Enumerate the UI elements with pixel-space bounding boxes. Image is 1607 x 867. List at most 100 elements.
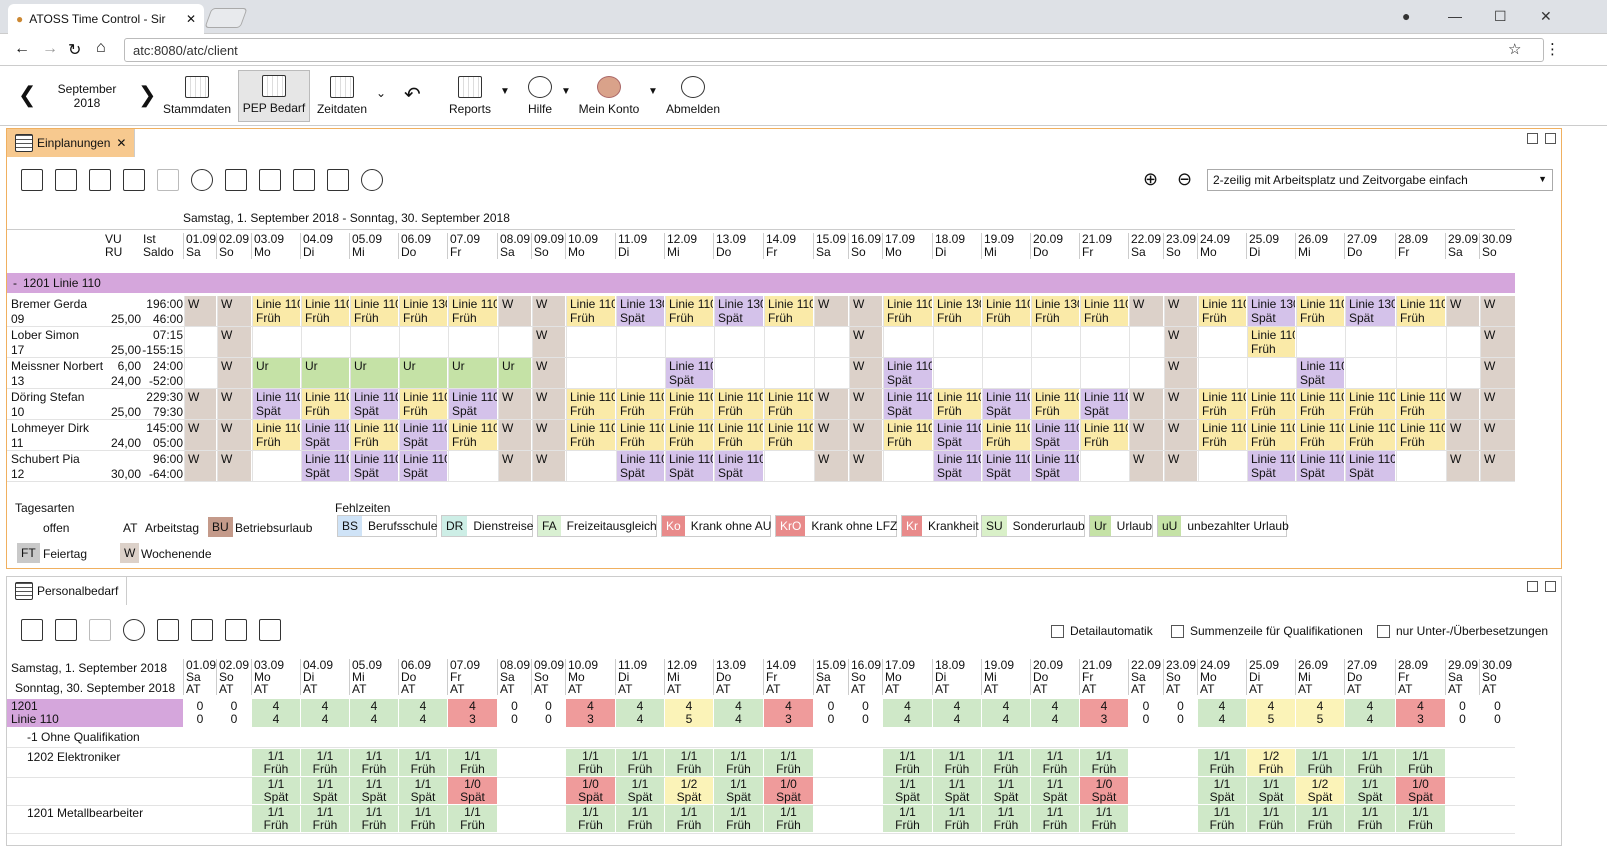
demand-group-cell[interactable]: 44 — [982, 699, 1030, 727]
demand-cell[interactable]: 1/1 Früh — [665, 805, 713, 832]
demand-cell[interactable]: 1/0 Spät — [1396, 777, 1445, 804]
print2-icon[interactable] — [89, 619, 111, 641]
schedule-cell[interactable]: Ur — [498, 358, 531, 388]
schedule-cell[interactable]: Linie 110 Früh — [1345, 420, 1395, 450]
new-document-icon[interactable] — [21, 169, 43, 191]
demand-cell[interactable]: 1/1 Früh — [982, 749, 1030, 776]
demand-cell[interactable]: 1/1 Früh — [1198, 805, 1246, 832]
schedule-cell[interactable]: W — [217, 420, 251, 450]
demand-cell[interactable]: 1/1 Früh — [399, 805, 447, 832]
refresh-icon[interactable] — [191, 169, 213, 191]
demand-group-cell[interactable]: 00 — [814, 699, 848, 727]
schedule-cell[interactable]: Linie 110 Früh — [1080, 420, 1128, 450]
demand-cell[interactable]: 1/1 Früh — [252, 749, 300, 776]
schedule-cell[interactable]: W — [1129, 296, 1163, 326]
schedule-cell[interactable]: Linie 110 Früh — [982, 296, 1030, 326]
schedule-cell[interactable] — [982, 358, 1030, 388]
schedule-cell[interactable]: Linie 110 Früh — [1396, 296, 1445, 326]
demand-cell[interactable]: 1/1 Spät — [1198, 777, 1246, 804]
next-month-icon[interactable]: ❯ — [138, 82, 156, 108]
demand-cell[interactable]: 1/1 Spät — [933, 777, 981, 804]
schedule-cell[interactable]: W — [849, 358, 882, 388]
schedule-cell[interactable] — [448, 327, 497, 357]
calendar-edit-icon[interactable] — [293, 169, 315, 191]
maximize-panel-icon[interactable] — [1545, 133, 1556, 144]
calendar-edit2-icon[interactable] — [259, 619, 281, 641]
browser-menu-icon[interactable]: ⋮ — [1545, 40, 1560, 58]
demand-cell[interactable]: 1/1 Früh — [1345, 749, 1395, 776]
schedule-cell[interactable] — [1396, 451, 1445, 481]
schedule-cell[interactable]: W — [1446, 389, 1479, 419]
schedule-cell[interactable] — [1080, 451, 1128, 481]
schedule-cell[interactable]: Linie 110 Spät — [982, 451, 1030, 481]
reload-icon[interactable]: ↻ — [68, 40, 81, 60]
schedule-cell[interactable] — [1129, 327, 1163, 357]
schedule-cell[interactable]: Linie 110 Früh — [1198, 389, 1246, 419]
schedule-cell[interactable]: Linie 110 Spät — [1296, 451, 1344, 481]
schedule-cell[interactable]: Linie 110 Früh — [1198, 296, 1246, 326]
schedule-cell[interactable]: W — [532, 327, 565, 357]
schedule-cell[interactable]: W — [1480, 389, 1515, 419]
demand-cell[interactable]: 1/1 Früh — [1296, 805, 1344, 832]
group-toggle-icon[interactable]: - — [13, 276, 17, 290]
detailautomatik-checkbox[interactable]: Detailautomatik — [1051, 624, 1153, 639]
maximize-icon[interactable]: ☐ — [1494, 8, 1507, 25]
minimize-icon[interactable]: — — [1448, 8, 1462, 24]
schedule-cell[interactable]: Ur — [399, 358, 447, 388]
demand-group-label[interactable]: 1201 Linie 110 — [7, 699, 183, 727]
schedule-cell[interactable]: W — [849, 451, 882, 481]
abmelden-button[interactable]: Abmelden — [664, 70, 722, 122]
new-tab-button[interactable] — [204, 8, 248, 28]
schedule-cell[interactable]: Linie 110 Spät — [665, 358, 713, 388]
demand-group-cell[interactable]: 00 — [1129, 699, 1163, 727]
demand-group-cell[interactable]: 44 — [933, 699, 981, 727]
schedule-cell[interactable]: Linie 110 Früh — [399, 389, 447, 419]
schedule-cell[interactable]: W — [1164, 296, 1197, 326]
schedule-cell[interactable]: Linie 130 Spät — [1247, 296, 1295, 326]
demand-cell[interactable]: 1/0 Spät — [566, 777, 615, 804]
schedule-cell[interactable] — [1198, 451, 1246, 481]
zeitdaten-dropdown-icon[interactable]: ⌄ — [376, 86, 386, 100]
schedule-cell[interactable] — [714, 358, 763, 388]
close-tab-icon[interactable]: ✕ — [186, 12, 196, 26]
schedule-cell[interactable] — [448, 451, 497, 481]
schedule-cell[interactable]: Linie 110 Früh — [301, 389, 349, 419]
schedule-cell[interactable]: Linie 110 Früh — [1080, 296, 1128, 326]
demand-group-cell[interactable]: 44 — [1345, 699, 1395, 727]
schedule-cell[interactable]: W — [1164, 389, 1197, 419]
schedule-cell[interactable] — [1345, 327, 1395, 357]
schedule-cell[interactable]: Linie 110 Früh — [1396, 420, 1445, 450]
schedule-cell[interactable]: W — [849, 296, 882, 326]
calendar-upload-icon[interactable] — [191, 619, 213, 641]
pep-bedarf-button[interactable]: PEP Bedarf — [238, 70, 310, 122]
schedule-cell[interactable]: W — [1446, 451, 1479, 481]
demand-cell[interactable]: 1/1 Früh — [399, 749, 447, 776]
schedule-cell[interactable] — [1198, 358, 1246, 388]
calendar-download-icon[interactable] — [225, 619, 247, 641]
demand-cell[interactable]: 1/1 Früh — [252, 805, 300, 832]
schedule-cell[interactable] — [1247, 358, 1295, 388]
schedule-cell[interactable]: W — [1480, 327, 1515, 357]
schedule-cell[interactable]: Linie 110 Früh — [764, 296, 813, 326]
schedule-cell[interactable]: Linie 130 Früh — [399, 296, 447, 326]
schedule-cell[interactable]: W — [849, 420, 882, 450]
demand-cell[interactable]: 1/1 Früh — [448, 749, 497, 776]
zeitdaten-button[interactable]: Zeitdaten — [314, 70, 370, 122]
schedule-cell[interactable]: W — [814, 296, 848, 326]
bookmark-star-icon[interactable]: ☆ — [1508, 40, 1521, 58]
schedule-cell[interactable]: Linie 130 Spät — [714, 296, 763, 326]
schedule-cell[interactable] — [252, 327, 300, 357]
demand-cell[interactable]: 1/1 Früh — [1080, 805, 1128, 832]
demand-group-cell[interactable]: 44 — [399, 699, 447, 727]
schedule-cell[interactable]: Linie 130 Spät — [1345, 296, 1395, 326]
schedule-cell[interactable] — [350, 327, 398, 357]
schedule-cell[interactable]: Linie 110 Früh — [883, 420, 932, 450]
schedule-cell[interactable]: Linie 110 Früh — [1345, 389, 1395, 419]
schedule-cell[interactable]: Linie 110 Früh — [301, 296, 349, 326]
schedule-cell[interactable]: Linie 110 Früh — [616, 389, 664, 419]
schedule-cell[interactable] — [764, 327, 813, 357]
tab-einplanungen[interactable]: Einplanungen ✕ — [7, 129, 136, 157]
schedule-cell[interactable]: Linie 110 Spät — [399, 451, 447, 481]
home-icon[interactable]: ⌂ — [96, 39, 106, 57]
schedule-cell[interactable]: W — [184, 451, 216, 481]
